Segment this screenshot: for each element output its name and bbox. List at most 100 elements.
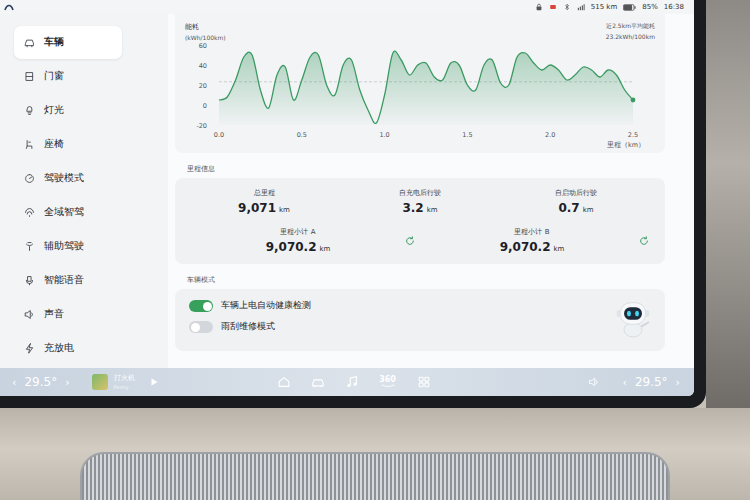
toggle-knob bbox=[191, 323, 200, 332]
y-tick: -20 bbox=[196, 122, 207, 130]
upper-area: 515 km85%16:38 车辆门窗灯光座椅驾驶模式全域智驾辅助驾驶智能语音声音… bbox=[0, 0, 750, 408]
temp-decrease[interactable]: ‹ bbox=[12, 376, 16, 389]
series-area bbox=[219, 51, 633, 125]
car-icon[interactable] bbox=[311, 375, 325, 389]
rotate-arc-icon bbox=[379, 384, 397, 388]
apps-grid-icon[interactable] bbox=[417, 375, 431, 389]
mode-row: 车辆上电自动健康检测 bbox=[189, 300, 311, 312]
energy-chart: 6040200-200.00.51.01.52.02.5里程（km） bbox=[185, 37, 655, 149]
car-photo: 515 km85%16:38 车辆门窗灯光座椅驾驶模式全域智驾辅助驾驶智能语音声音… bbox=[0, 0, 750, 500]
y-tick: 60 bbox=[199, 42, 207, 50]
sidebar-label: 座椅 bbox=[44, 138, 64, 151]
sidebar-label: 车辆 bbox=[44, 36, 64, 49]
temp-decrease[interactable]: ‹ bbox=[622, 376, 626, 389]
brand-logo-icon bbox=[4, 2, 14, 12]
media-artist: Penny bbox=[114, 384, 135, 390]
vehicle-mode-card: 车辆上电自动健康检测雨刮维修模式 bbox=[175, 289, 665, 351]
stat-value-line: 9,071km bbox=[238, 201, 290, 215]
stat-row: 总里程9,071km 自充电后行驶3.2km 自启动后行驶0.7km bbox=[191, 188, 649, 215]
media-text: 打火机Penny bbox=[114, 374, 135, 390]
content: 能耗 (kWh/100km) 近2.5km平均能耗23.2kWh/100km 60 40… bbox=[175, 14, 694, 368]
bluetooth-icon bbox=[563, 3, 571, 11]
stat-main: 自启动后行驶0.7km bbox=[503, 188, 649, 215]
stat-unit: km bbox=[320, 245, 331, 253]
series-line bbox=[219, 51, 633, 123]
sidebar-item[interactable]: 辅助驾驶 bbox=[14, 230, 122, 263]
y-tick: 40 bbox=[199, 62, 207, 70]
temp-value: 29.5° bbox=[635, 375, 668, 389]
camera-360-button[interactable]: 360 bbox=[379, 376, 397, 388]
mileage-title: 里程信息 bbox=[187, 164, 665, 174]
sidebar-label: 驾驶模式 bbox=[44, 172, 84, 185]
mode-list: 车辆上电自动健康检测雨刮维修模式 bbox=[189, 297, 311, 333]
stat: 总里程9,071km bbox=[191, 188, 337, 215]
sidebar-label: 门窗 bbox=[44, 70, 64, 83]
sidebar-item[interactable]: 充放电 bbox=[14, 332, 122, 365]
sidebar-label: 充放电 bbox=[44, 342, 74, 355]
screen-bezel: 515 km85%16:38 车辆门窗灯光座椅驾驶模式全域智驾辅助驾驶智能语音声音… bbox=[0, 0, 706, 408]
menu-icon bbox=[24, 105, 35, 116]
y-tick: 20 bbox=[199, 82, 207, 90]
energy-series bbox=[219, 51, 635, 125]
menu-icon bbox=[24, 139, 35, 150]
sidebar-item[interactable]: 全域智驾 bbox=[14, 196, 122, 229]
clock-text: 16:38 bbox=[664, 3, 684, 11]
dock-right: ‹ 29.5° › bbox=[588, 375, 680, 389]
sidebar-item[interactable]: 灯光 bbox=[14, 94, 122, 127]
play-icon[interactable] bbox=[149, 377, 159, 387]
stat-unit: km bbox=[583, 206, 594, 214]
sidebar-item[interactable]: 声音 bbox=[14, 298, 122, 331]
robot-mascot-icon bbox=[615, 297, 651, 339]
stat-label: 里程小计 A bbox=[280, 227, 315, 237]
home-icon[interactable] bbox=[277, 375, 291, 389]
reset-icon[interactable] bbox=[405, 236, 415, 246]
chart-unit: (kWh/100km) bbox=[185, 34, 226, 41]
stat-label: 里程小计 B bbox=[514, 227, 549, 237]
right-temperature: ‹ 29.5° › bbox=[622, 375, 680, 389]
media-player[interactable]: 打火机Penny bbox=[92, 374, 159, 390]
dock-left: ‹ 29.5° › 打火机Penny bbox=[12, 374, 159, 390]
stat-main: 总里程9,071km bbox=[191, 188, 337, 215]
sidebar-label: 灯光 bbox=[44, 104, 64, 117]
menu-icon bbox=[24, 173, 35, 184]
stat: 自充电后行驶3.2km bbox=[347, 188, 493, 215]
stat-main: 里程小计 B9,070.2km bbox=[425, 227, 639, 254]
stat: 里程小计 B9,070.2km bbox=[425, 227, 649, 254]
toggle-switch[interactable] bbox=[189, 300, 213, 312]
stat-value: 9,071 bbox=[238, 201, 276, 215]
sidebar-label: 智能语音 bbox=[44, 274, 84, 287]
infotainment-screen: 515 km85%16:38 车辆门窗灯光座椅驾驶模式全域智驾辅助驾驶智能语音声音… bbox=[0, 0, 694, 396]
menu-icon bbox=[24, 275, 35, 286]
battery-icon bbox=[623, 4, 636, 11]
toggle-switch[interactable] bbox=[189, 321, 213, 333]
sidebar-item[interactable]: 座椅 bbox=[14, 128, 122, 161]
temp-increase[interactable]: › bbox=[676, 376, 680, 389]
sidebar-label: 全域智驾 bbox=[44, 206, 84, 219]
alert-icon bbox=[549, 3, 557, 11]
sidebar-item[interactable]: 车辆 bbox=[14, 26, 122, 59]
chart-title: 能耗 bbox=[185, 22, 226, 32]
summary-value: 23.2kWh/100km bbox=[606, 33, 655, 40]
mode-label: 雨刮维修模式 bbox=[221, 321, 275, 333]
stat-label: 自充电后行驶 bbox=[399, 188, 441, 198]
volume-icon[interactable] bbox=[588, 376, 600, 388]
lock-icon bbox=[535, 3, 543, 11]
reset-icon[interactable] bbox=[639, 236, 649, 246]
sidebar-item[interactable]: 驾驶模式 bbox=[14, 162, 122, 195]
stat-label: 自启动后行驶 bbox=[555, 188, 597, 198]
temp-value: 29.5° bbox=[24, 375, 57, 389]
music-icon[interactable] bbox=[345, 375, 359, 389]
sidebar-item[interactable]: 门窗 bbox=[14, 60, 122, 93]
sidebar-item[interactable]: 智能语音 bbox=[14, 264, 122, 297]
x-tick: 0.0 bbox=[214, 131, 224, 139]
chart-title-block: 能耗 (kWh/100km) bbox=[185, 22, 226, 41]
x-tick: 2.0 bbox=[545, 131, 555, 139]
status-bar: 515 km85%16:38 bbox=[0, 0, 694, 14]
mode-label: 车辆上电自动健康检测 bbox=[221, 300, 311, 312]
stat-main: 自充电后行驶3.2km bbox=[347, 188, 493, 215]
chart-summary: 近2.5km平均能耗23.2kWh/100km bbox=[606, 22, 655, 40]
temp-increase[interactable]: › bbox=[65, 376, 69, 389]
stat-value: 9,070.2 bbox=[500, 240, 551, 254]
dashboard bbox=[0, 408, 750, 500]
dock-bar: ‹ 29.5° › 打火机Penny 360 ‹ 29.5° › bbox=[0, 368, 694, 396]
